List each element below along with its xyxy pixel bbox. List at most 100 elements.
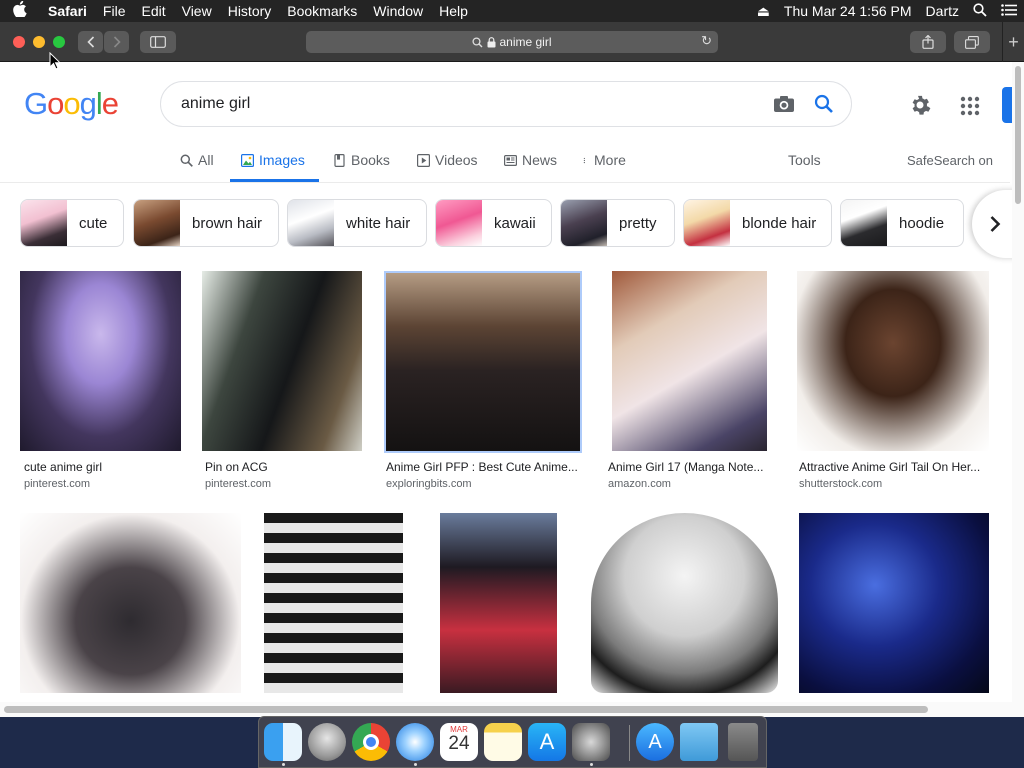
dock-separator [629,725,630,761]
finder-icon[interactable] [264,723,302,761]
tab-books[interactable]: Books [333,152,390,168]
back-button[interactable] [78,31,103,53]
forward-button[interactable] [104,31,129,53]
menu-safari[interactable]: Safari [40,3,95,19]
result-image[interactable] [591,513,778,693]
result-image[interactable] [264,513,403,693]
apple-menu-icon[interactable] [0,0,40,22]
active-tab-indicator [230,179,319,182]
chip-brown-hair[interactable]: brown hair [133,199,279,247]
chip-blonde-hair[interactable]: blonde hair [683,199,832,247]
play-icon [417,153,430,167]
search-icon [180,154,193,167]
menu-view[interactable]: View [174,3,220,19]
result-image[interactable] [202,271,362,451]
book-icon [334,153,345,167]
safesearch-button[interactable]: SafeSearch on [907,153,993,168]
safari-icon[interactable] [396,723,434,761]
zoom-window-button[interactable] [53,36,65,48]
trash-icon[interactable] [728,723,758,761]
minimize-window-button[interactable] [33,36,45,48]
clock[interactable]: Thu Mar 24 1:56 PM [777,3,919,19]
mouse-cursor [49,52,61,70]
result-source[interactable]: pinterest.com [24,478,90,490]
result-image[interactable] [612,271,767,451]
result-title[interactable]: cute anime girl [24,460,189,474]
more-vertical-icon [583,157,585,163]
menu-window[interactable]: Window [365,3,431,19]
result-source[interactable]: amazon.com [608,478,671,490]
safari-toolbar: anime girl ↻ + [0,22,1024,62]
chip-kawaii[interactable]: kawaii [435,199,552,247]
menu-edit[interactable]: Edit [133,3,173,19]
address-bar[interactable]: anime girl ↻ [306,31,718,53]
running-indicator [590,763,593,766]
result-image[interactable] [384,271,582,453]
chip-thumbnail [841,200,887,246]
tools-button[interactable]: Tools [788,152,821,168]
search-box[interactable]: anime girl [160,81,852,127]
user-name[interactable]: Dartz [919,3,966,19]
scrollbar-thumb[interactable] [4,706,928,713]
tab-images[interactable]: Images [241,152,305,168]
google-logo[interactable]: Google [24,86,119,122]
search-input[interactable]: anime girl [181,95,250,113]
chrome-center [363,734,379,750]
menu-help[interactable]: Help [431,3,476,19]
share-button[interactable] [910,31,946,53]
menu-history[interactable]: History [220,3,280,19]
scrollbar-thumb[interactable] [1015,66,1021,204]
menu-bookmarks[interactable]: Bookmarks [279,3,365,19]
chevron-right-icon [990,216,1001,232]
chip-cute[interactable]: cute [20,199,124,247]
chip-pretty[interactable]: pretty [560,199,675,247]
gear-icon[interactable] [908,93,932,117]
search-icon[interactable] [813,93,835,115]
calendar-icon[interactable]: MAR 24 [440,723,478,761]
chip-thumbnail [21,200,67,246]
result-image[interactable] [440,513,557,693]
tab-news[interactable]: News [504,152,557,168]
app-store-folder-icon[interactable]: A [636,723,674,761]
downloads-folder-icon[interactable] [680,723,718,761]
result-source[interactable]: pinterest.com [205,478,271,490]
notes-icon[interactable] [484,723,522,761]
system-preferences-icon[interactable] [572,723,610,761]
menu-file[interactable]: File [95,3,134,19]
tab-overview-button[interactable] [954,31,990,53]
running-indicator [414,763,417,766]
app-store-icon[interactable]: A [528,723,566,761]
result-title[interactable]: Anime Girl 17 (Manga Note... [608,460,773,474]
result-title[interactable]: Anime Girl PFP : Best Cute Anime... [386,460,582,474]
tab-all[interactable]: All [180,152,214,168]
horizontal-scrollbar[interactable] [0,702,1024,717]
result-title[interactable]: Attractive Anime Girl Tail On Her... [799,460,989,474]
tab-more[interactable]: More [583,152,626,168]
result-title[interactable]: Pin on ACG [205,460,370,474]
chip-hoodie[interactable]: hoodie [840,199,964,247]
result-image[interactable] [20,513,241,693]
launchpad-icon[interactable] [308,723,346,761]
result-image[interactable] [799,513,989,693]
web-page: Google anime girl All Images Books Video… [0,62,1024,717]
spotlight-icon[interactable] [966,2,994,20]
notification-center-icon[interactable] [994,3,1024,19]
vertical-scrollbar[interactable] [1012,62,1024,702]
eject-icon[interactable]: ⏏ [750,3,777,20]
camera-icon[interactable] [773,95,795,113]
chip-white-hair[interactable]: white hair [287,199,427,247]
result-image[interactable] [797,271,989,451]
dock: MAR 24 A A [258,716,767,768]
tab-videos[interactable]: Videos [417,152,478,168]
result-image[interactable] [20,271,181,451]
chrome-icon[interactable] [352,723,390,761]
reload-icon[interactable]: ↻ [701,33,712,49]
chip-thumbnail [561,200,607,246]
running-indicator [282,763,285,766]
apps-grid-icon[interactable] [960,96,980,116]
sidebar-toggle-button[interactable] [140,31,176,53]
close-window-button[interactable] [13,36,25,48]
result-source[interactable]: exploringbits.com [386,478,472,490]
result-source[interactable]: shutterstock.com [799,478,882,490]
new-tab-button[interactable]: + [1002,22,1024,62]
